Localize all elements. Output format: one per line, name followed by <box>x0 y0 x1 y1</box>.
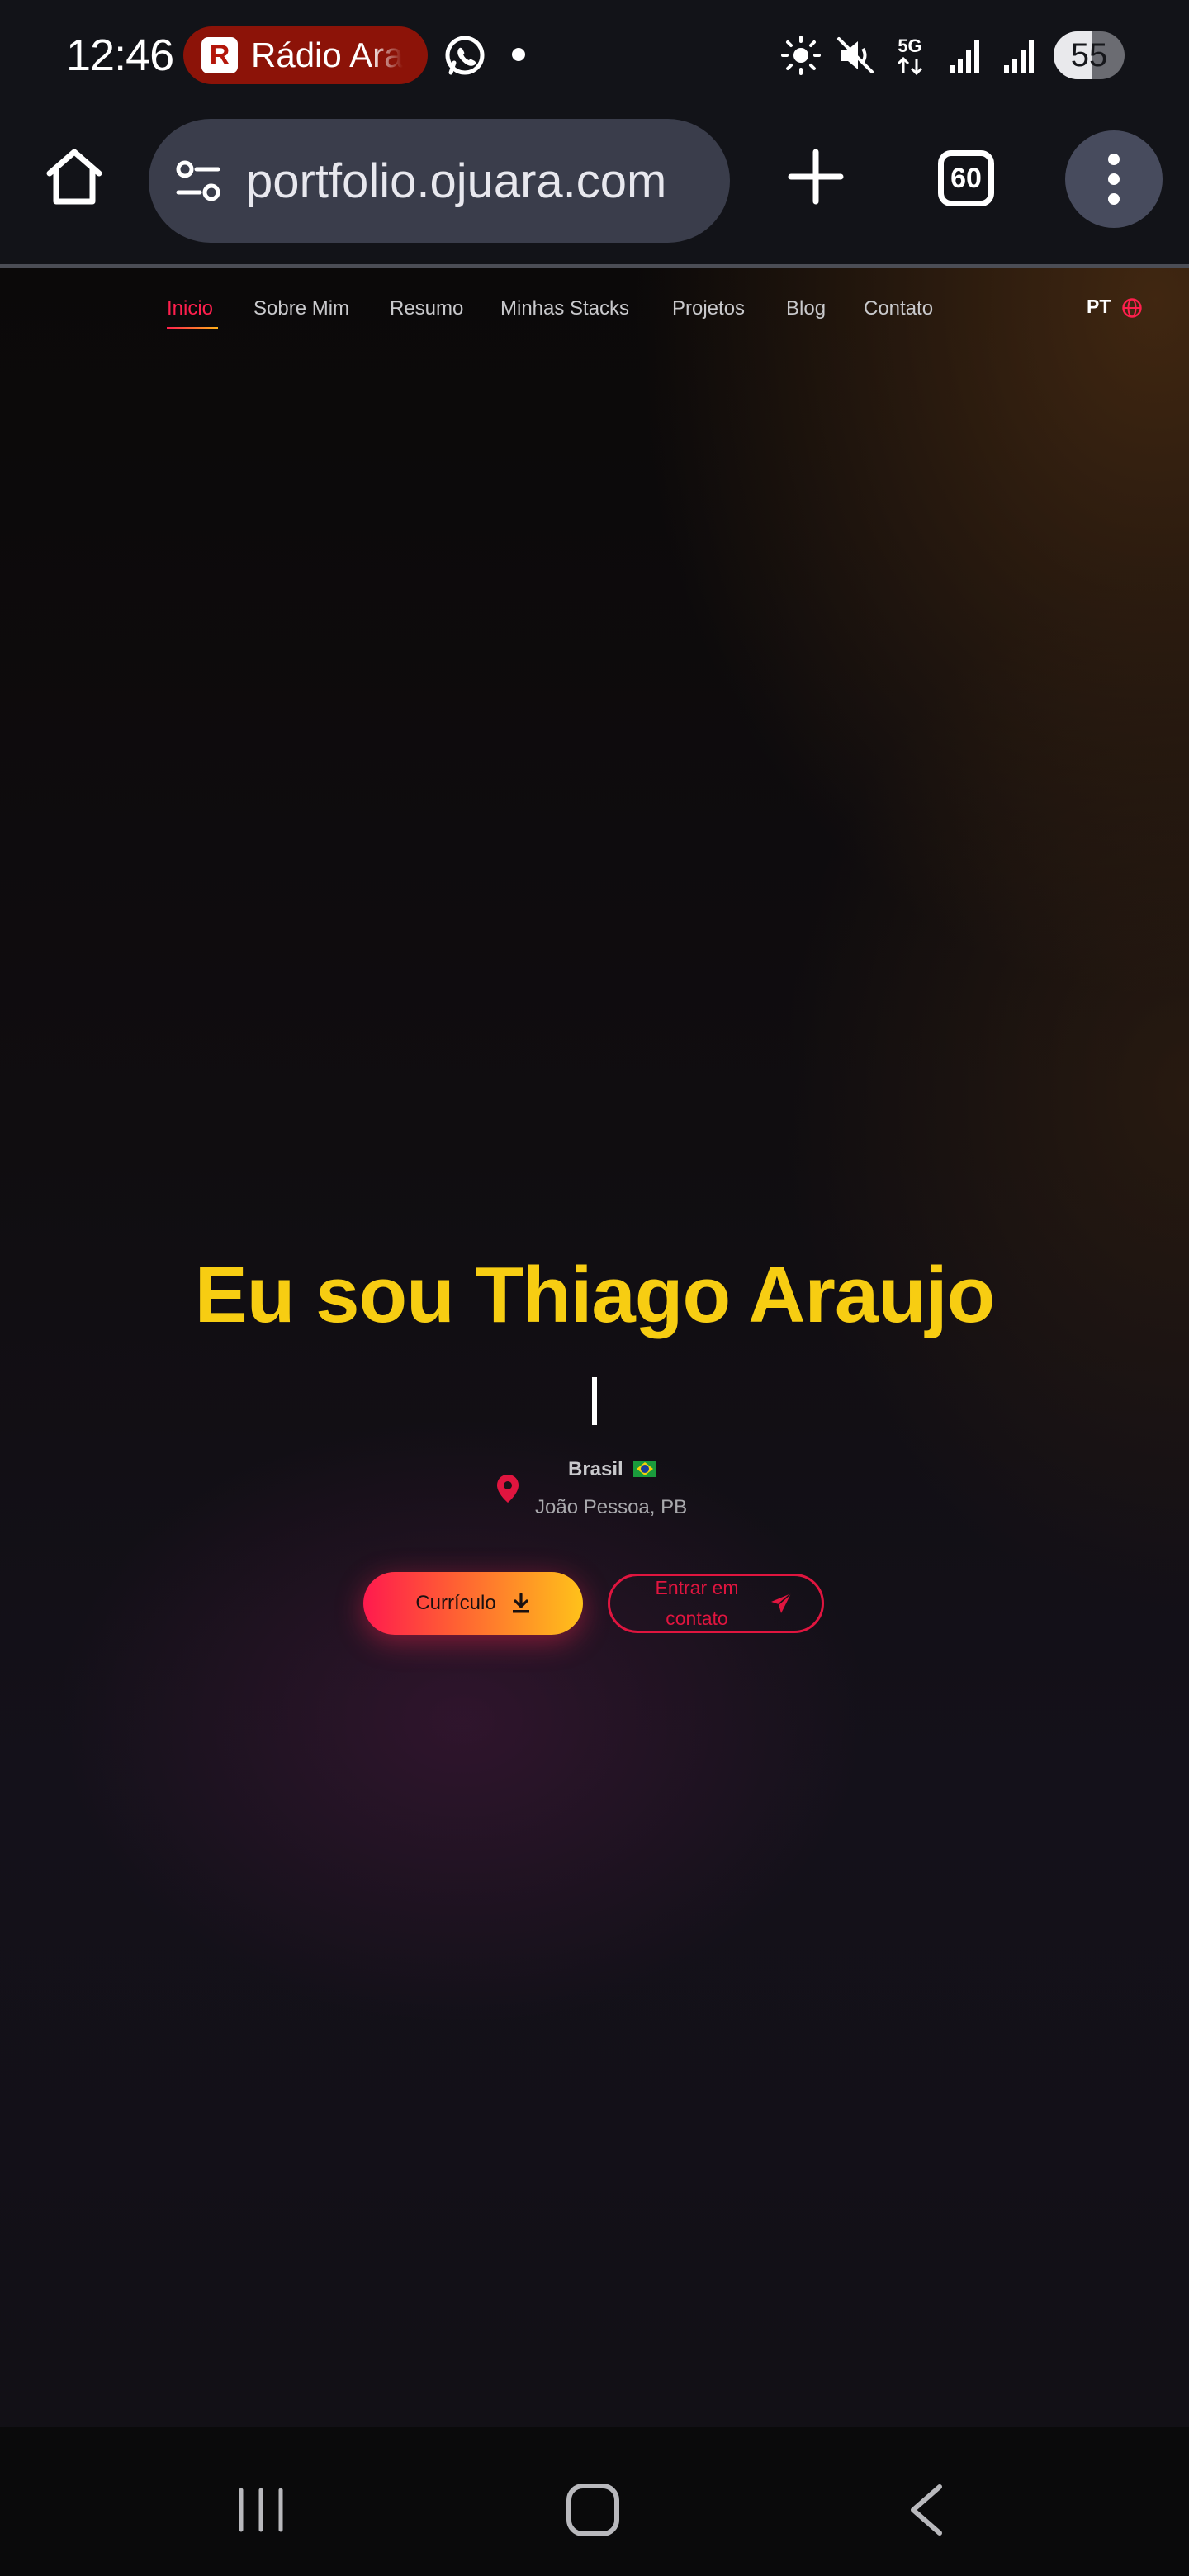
android-nav-bar <box>0 2427 1189 2576</box>
location-country: Brasil <box>568 1458 657 1481</box>
tune-icon[interactable] <box>173 156 223 206</box>
nav-item-sobre-mim[interactable]: Sobre Mim <box>253 297 349 320</box>
send-icon <box>771 1593 792 1613</box>
nav-item-inicio[interactable]: Inicio <box>167 297 213 320</box>
browser-toolbar: portfolio.ojuara.com 60 <box>0 111 1189 268</box>
status-bar: 12:46 R Rádio Ara 5G 55 <box>0 0 1189 111</box>
recents-icon[interactable] <box>236 2487 286 2533</box>
battery-indicator: 55 <box>1054 31 1125 79</box>
location-city: João Pessoa, PB <box>535 1496 688 1518</box>
download-icon <box>512 1593 529 1613</box>
nav-item-resumo[interactable]: Resumo <box>390 297 463 320</box>
home-nav-icon[interactable] <box>566 2484 619 2536</box>
home-icon[interactable] <box>41 144 107 210</box>
battery-level: 55 <box>1070 36 1108 73</box>
more-vert-icon[interactable] <box>1065 130 1163 228</box>
contact-button-label: Entrar em contato <box>655 1577 739 1629</box>
radio-app-icon: R <box>201 37 238 73</box>
web-page: Inicio Sobre Mim Resumo Minhas Stacks Pr… <box>0 268 1189 2427</box>
hero-title: Eu sou Thiago Araujo <box>194 1251 995 1339</box>
mute-icon <box>837 37 874 73</box>
resume-download-button[interactable]: Currículo <box>363 1572 583 1635</box>
nav-item-contato[interactable]: Contato <box>864 297 933 320</box>
nav-item-blog[interactable]: Blog <box>786 297 826 320</box>
radio-notification-pill[interactable]: R Rádio Ara <box>183 26 428 84</box>
url-bar[interactable]: portfolio.ojuara.com <box>149 119 730 243</box>
site-nav: Inicio Sobre Mim Resumo Minhas Stacks Pr… <box>0 268 1189 358</box>
network-5g-icon: 5G <box>897 36 923 76</box>
country-name: Brasil <box>568 1458 623 1480</box>
signal-2-icon <box>1004 40 1034 73</box>
plus-icon[interactable] <box>784 145 847 208</box>
location-pin-icon <box>497 1475 519 1503</box>
url-text[interactable]: portfolio.ojuara.com <box>246 154 666 209</box>
signal-1-icon <box>950 40 979 73</box>
nav-active-underline <box>167 327 218 329</box>
status-clock: 12:46 <box>66 31 174 80</box>
nav-item-projetos[interactable]: Projetos <box>672 297 745 320</box>
radio-app-label: Rádio Ara <box>251 36 404 74</box>
back-icon[interactable] <box>907 2484 945 2536</box>
tabs-icon[interactable]: 60 <box>938 150 994 206</box>
status-icons: 5G 55 <box>781 28 1125 83</box>
globe-icon[interactable] <box>1121 297 1143 319</box>
brazil-flag-icon <box>633 1461 657 1477</box>
language-toggle[interactable]: PT <box>1087 296 1111 318</box>
contact-button[interactable]: Entrar em contato <box>608 1574 824 1633</box>
notification-dot-icon <box>512 48 525 61</box>
brightness-icon <box>781 36 821 75</box>
typing-caret <box>592 1377 597 1425</box>
resume-button-label: Currículo <box>415 1592 496 1614</box>
svg-text:5G: 5G <box>898 36 921 56</box>
nav-item-minhas-stacks[interactable]: Minhas Stacks <box>500 297 629 320</box>
whatsapp-icon <box>445 36 485 75</box>
